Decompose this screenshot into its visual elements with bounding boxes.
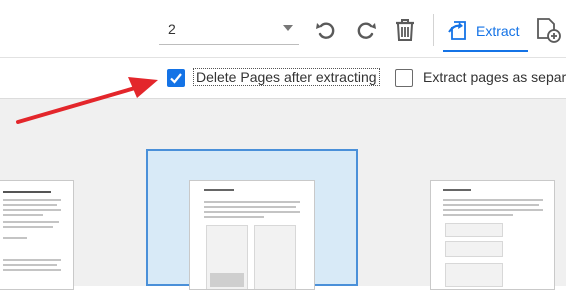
page-text-line: [204, 216, 264, 218]
page-text-line: [3, 226, 53, 228]
page-text-line: [3, 221, 59, 223]
page-text-line: [3, 237, 27, 239]
page-thumbnail-2[interactable]: [189, 180, 315, 290]
undo-icon: [316, 22, 335, 39]
extract-label: Extract: [476, 23, 520, 39]
extract-icon: [448, 21, 466, 40]
page-text-line: [443, 209, 543, 211]
redo-icon: [357, 22, 376, 39]
delete-pages-checkbox[interactable]: [167, 69, 185, 87]
toolbar-divider: [433, 14, 434, 46]
delete-pages-label[interactable]: Delete Pages after extracting: [193, 68, 380, 86]
page-text-line: [3, 199, 61, 201]
trash-icon: [396, 19, 414, 41]
keyboard-image: [210, 273, 244, 287]
page-text-line: [204, 189, 234, 191]
active-tab-indicator: [443, 50, 528, 52]
page-text-line: [443, 214, 513, 216]
extract-button[interactable]: Extract: [443, 14, 528, 52]
undo-button[interactable]: [313, 17, 339, 43]
page-thumbnail-3[interactable]: [430, 180, 555, 290]
page-text-line: [204, 211, 300, 213]
screenshot-image: [445, 263, 503, 287]
screenshot-image: [445, 241, 503, 257]
page-text-line: [3, 204, 57, 206]
checkmark-icon: [170, 73, 182, 84]
phone-screenshot-image: [254, 225, 296, 289]
extract-separate-checkbox[interactable]: [395, 69, 413, 87]
extract-separate-label[interactable]: Extract pages as separa: [423, 69, 566, 85]
insert-page-button[interactable]: [534, 16, 562, 44]
page-range-select[interactable]: 2: [159, 15, 299, 45]
page-text-line: [443, 199, 543, 201]
chevron-down-icon[interactable]: [283, 25, 293, 31]
extract-options-bar: Delete Pages after extracting Extract pa…: [0, 58, 566, 99]
page-text-line: [3, 269, 61, 271]
page-thumbnail-1[interactable]: [0, 180, 74, 290]
insert-page-icon: [537, 18, 561, 43]
page-text-line: [443, 204, 539, 206]
screenshot-image: [445, 223, 503, 237]
redo-button[interactable]: [353, 17, 379, 43]
page-text-line: [443, 189, 471, 191]
page-text-line: [3, 264, 57, 266]
delete-button[interactable]: [392, 17, 418, 43]
page-text-line: [3, 259, 61, 261]
page-text-line: [204, 206, 296, 208]
page-text-line: [3, 191, 51, 193]
page-text-line: [3, 214, 43, 216]
page-range-value: 2: [168, 21, 176, 37]
page-text-line: [3, 209, 61, 211]
top-toolbar: 2 Extract: [0, 0, 566, 58]
page-text-line: [204, 201, 300, 203]
